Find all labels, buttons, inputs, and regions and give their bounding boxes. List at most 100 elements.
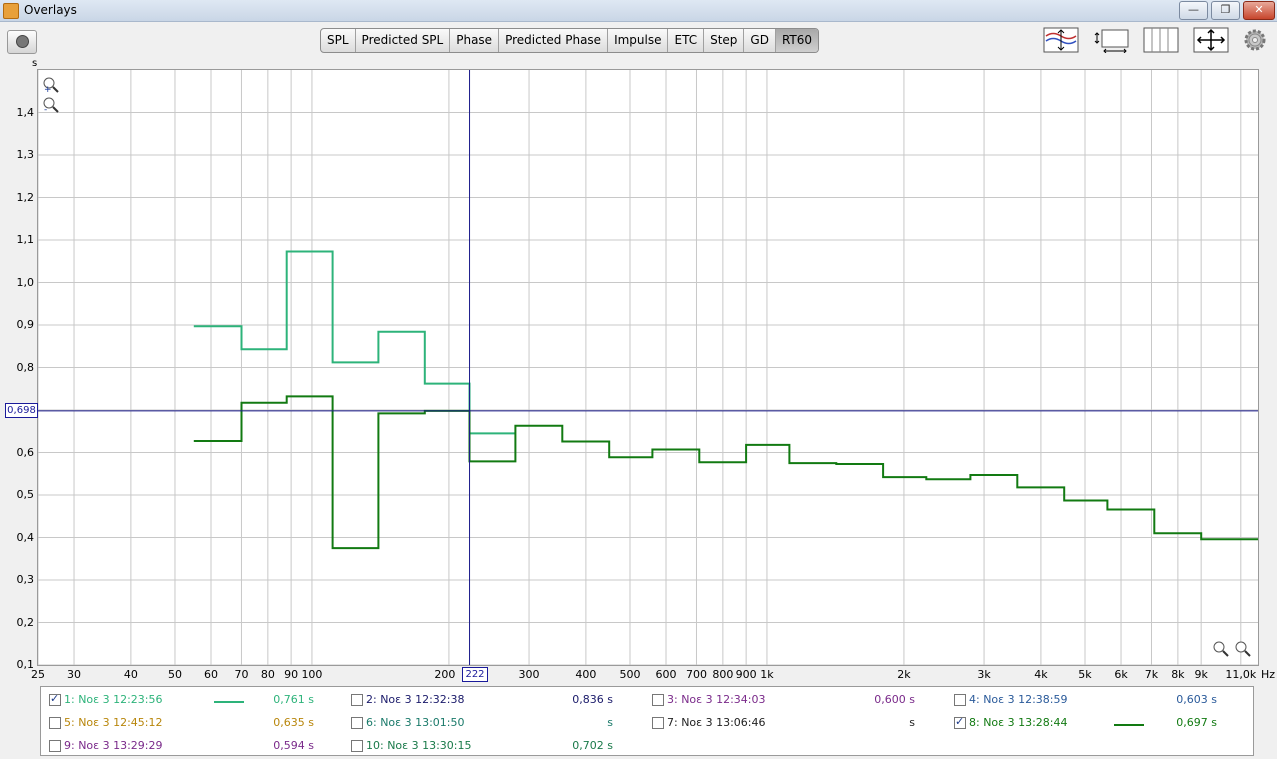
tab-impulse[interactable]: Impulse (608, 29, 669, 52)
app-icon (3, 3, 19, 19)
legend-name[interactable]: 4: Νοε 3 12:38:59 (969, 693, 1068, 706)
x-tick-label: 3k (977, 668, 991, 681)
x-tick-label: 11,0k (1225, 668, 1257, 681)
tab-predicted-spl[interactable]: Predicted SPL (356, 29, 451, 52)
legend-checkbox[interactable] (49, 717, 61, 729)
x-tick-label: 400 (575, 668, 597, 681)
y-tick-label: 0,2 (16, 615, 35, 629)
y-tick-label: 0,9 (16, 318, 35, 331)
legend-value: s (607, 716, 613, 729)
y-tick-label: 1,1 (16, 233, 35, 246)
x-tick-label: 200 (434, 668, 456, 681)
y-tick-label: 0,6 (16, 445, 35, 459)
legend-name[interactable]: 10: Νοε 3 13:30:15 (366, 739, 472, 752)
window-title: Overlays (24, 3, 77, 17)
rt60-chart[interactable] (38, 70, 1258, 665)
camera-icon[interactable] (7, 30, 37, 54)
y-tick-label: 0,3 (16, 573, 35, 586)
legend-checkbox[interactable] (351, 694, 363, 706)
x-tick-label: 100 (301, 668, 323, 681)
gear-icon[interactable] (1240, 27, 1270, 53)
zoom-in-icon[interactable]: + (43, 77, 59, 95)
x-tick-label: 500 (619, 668, 641, 681)
legend-checkbox[interactable] (652, 717, 664, 729)
legend-name[interactable]: 3: Νοε 3 12:34:03 (667, 693, 766, 706)
y-tick-label: 0,8 (16, 360, 35, 374)
x-tick-label: 2k (897, 668, 911, 681)
legend-item: 10: Νοε 3 13:30:15 0,702 s (351, 737, 651, 755)
x-axis-unit: Hz (1261, 668, 1276, 681)
legend-value: 0,600 s (874, 693, 915, 706)
legend-item: 5: Νοε 3 12:45:12 0,635 s (49, 714, 349, 732)
legend-name[interactable]: 8: Νοε 3 13:28:44 (969, 716, 1068, 729)
tab-gd[interactable]: GD (744, 29, 776, 52)
legend-name[interactable]: 9: Νοε 3 13:29:29 (64, 739, 163, 752)
cursor-y-readout: 0,698 (5, 403, 38, 418)
tab-etc[interactable]: ETC (668, 29, 705, 52)
legend-item: 9: Νοε 3 13:29:29 0,594 s (49, 737, 349, 755)
legend-value: 0,761 s (273, 693, 314, 706)
limits-icon[interactable] (1094, 27, 1130, 53)
legend-value: s (909, 716, 915, 729)
tab-spl[interactable]: SPL (321, 29, 356, 52)
x-tick-label: 30 (67, 668, 82, 681)
legend-item: 2: Νοε 3 12:32:38 0,836 s (351, 691, 651, 709)
series-line-2 (193, 395, 1258, 550)
legend-name[interactable]: 5: Νοε 3 12:45:12 (64, 716, 163, 729)
tab-rt60[interactable]: RT60 (775, 29, 819, 52)
pan-icon[interactable] (1193, 27, 1229, 53)
svg-text:+: + (44, 85, 52, 95)
legend-line-swatch (214, 701, 244, 703)
y-tick-label: 0,4 (16, 530, 35, 544)
x-tick-label: 300 (518, 668, 540, 681)
legend-name[interactable]: 1: Νοε 3 12:23:56 (64, 693, 163, 706)
minimize-button[interactable]: — (1179, 1, 1208, 20)
title-bar: Overlays — ❐ ✕ (0, 0, 1277, 22)
legend-checkbox[interactable] (652, 694, 664, 706)
y-tick-label: 1,4 (16, 105, 35, 119)
legend-item: 8: Νοε 3 13:28:44 0,697 s (954, 714, 1254, 732)
legend-checkbox[interactable] (49, 740, 61, 752)
x-tick-label: 1k (760, 668, 774, 681)
y-tick-label: 1,3 (16, 148, 35, 161)
tab-step[interactable]: Step (704, 29, 745, 52)
legend-name[interactable]: 7: Νοε 3 13:06:46 (667, 716, 766, 729)
y-tick-label: 0,5 (16, 488, 35, 501)
zoom-out-icon[interactable] (1213, 641, 1229, 657)
legend-checkbox[interactable] (954, 715, 966, 729)
maximize-button[interactable]: ❐ (1211, 1, 1240, 20)
x-tick-label: 25 (31, 668, 45, 681)
legend-value: 0,594 s (273, 739, 314, 752)
legend-item: 4: Νοε 3 12:38:59 0,603 s (954, 691, 1254, 709)
legend-item: 6: Νοε 3 13:01:50 s (351, 714, 651, 732)
close-button[interactable]: ✕ (1243, 1, 1275, 20)
x-tick-label: 4k (1034, 668, 1048, 681)
graph-tabs: SPL Predicted SPL Phase Predicted Phase Impu… (320, 28, 820, 53)
legend-value: 0,836 s (572, 693, 613, 706)
legend-item: 7: Νοε 3 13:06:46 s (652, 714, 952, 732)
legend-value: 0,702 s (572, 739, 613, 752)
svg-text:-: - (44, 105, 47, 115)
zoom-out-icon[interactable]: - (43, 97, 59, 115)
legend-name[interactable]: 6: Νοε 3 13:01:50 (366, 716, 465, 729)
legend-name[interactable]: 2: Νοε 3 12:32:38 (366, 693, 465, 706)
legend-checkbox[interactable] (351, 740, 363, 752)
legend-checkbox[interactable] (954, 694, 966, 706)
tab-predicted-phase[interactable]: Predicted Phase (499, 29, 609, 52)
overlay-adjust-icon[interactable] (1043, 27, 1079, 53)
measurement-legend: 1: Νοε 3 12:23:56 0,761 s 2: Νοε 3 12:32:3… (40, 686, 1254, 756)
legend-checkbox[interactable] (351, 717, 363, 729)
legend-value: 0,603 s (1176, 693, 1217, 706)
legend-checkbox[interactable] (49, 692, 61, 706)
tab-phase[interactable]: Phase (450, 29, 500, 52)
zoom-in-icon[interactable] (1235, 641, 1251, 657)
legend-line-swatch (1114, 724, 1144, 726)
legend-item: 3: Νοε 3 12:34:03 0,600 s (652, 691, 952, 709)
toolbar: SPL Predicted SPL Phase Predicted Phase Impu… (0, 22, 1277, 62)
y-tick-label: 1,0 (16, 275, 35, 289)
plot-area[interactable]: + - (37, 69, 1259, 666)
y-axis-unit: s (32, 58, 38, 69)
legend-item: 1: Νοε 3 12:23:56 0,761 s (49, 691, 349, 709)
grid-icon[interactable] (1143, 27, 1179, 53)
legend-value: 0,697 s (1176, 716, 1217, 729)
